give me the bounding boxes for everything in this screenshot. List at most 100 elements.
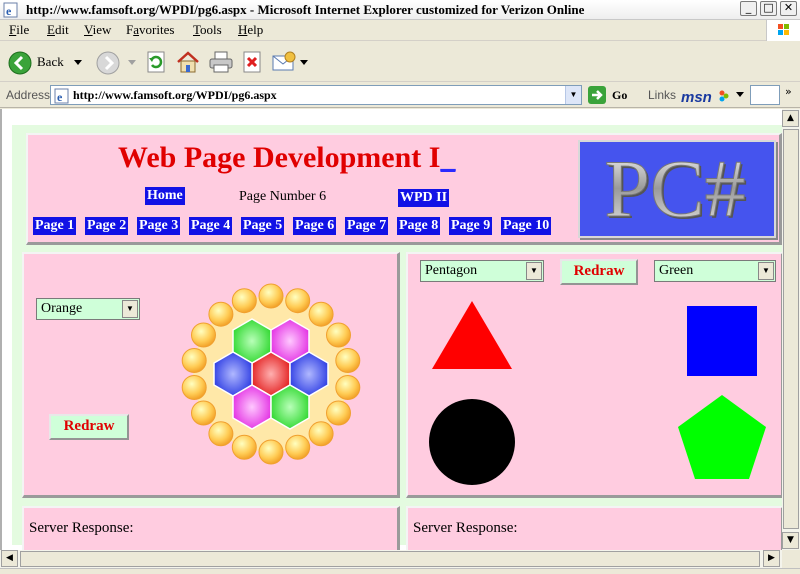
orange-bead: [258, 439, 284, 465]
nav-page-4[interactable]: Page 4: [189, 217, 233, 235]
shape-select-value: Pentagon: [425, 263, 478, 278]
title-cursor: _: [440, 141, 456, 174]
scroll-left-icon[interactable]: ◀: [1, 550, 18, 567]
page-icon: e: [54, 88, 69, 104]
menu-favorites-rest: vorites: [139, 22, 175, 37]
page-number: Page Number 6: [239, 189, 327, 204]
print-icon[interactable]: [208, 51, 234, 73]
menu-tools-accel: T: [193, 22, 201, 37]
back-icon[interactable]: [8, 51, 32, 75]
refresh-icon[interactable]: [146, 51, 168, 73]
menu-tools-rest: ools: [200, 22, 222, 37]
links-label[interactable]: Links: [648, 88, 676, 102]
forward-dropdown-icon[interactable]: [128, 60, 136, 66]
window-titlebar[interactable]: e http://www.famsoft.org/WPDI/pg6.aspx -…: [0, 0, 800, 20]
svg-text:e: e: [6, 4, 12, 18]
nav-page-2[interactable]: Page 2: [85, 217, 129, 235]
chevron-down-icon[interactable]: ▼: [526, 262, 542, 280]
menu-favorites[interactable]: Favorites: [126, 22, 174, 38]
menu-help-accel: H: [238, 22, 248, 37]
chevron-down-icon[interactable]: ▼: [122, 300, 138, 318]
address-dropdown-icon[interactable]: ▼: [565, 86, 581, 104]
left-color-select[interactable]: Orange ▼: [36, 298, 140, 320]
svg-text:e: e: [57, 90, 63, 104]
home-icon[interactable]: [176, 50, 200, 74]
menu-tools[interactable]: Tools: [193, 22, 222, 38]
svg-text:msn: msn: [681, 89, 712, 105]
menu-file-rest: ile: [16, 22, 30, 37]
msn-logo-icon[interactable]: msn: [680, 87, 730, 105]
menu-edit[interactable]: Edit: [47, 22, 69, 38]
vertical-scrollbar[interactable]: ▲ ▼: [782, 109, 800, 550]
nav-page-9[interactable]: Page 9: [449, 217, 493, 235]
stop-icon[interactable]: [242, 51, 264, 73]
menu-view-accel: V: [84, 22, 93, 37]
close-icon[interactable]: ✕: [780, 1, 797, 16]
pc-sharp-logo-graphic: PC# PC#: [604, 143, 748, 237]
address-url: http://www.famsoft.org/WPDI/pg6.aspx: [73, 88, 277, 102]
address-bar: Address e http://www.famsoft.org/WPDI/pg…: [0, 83, 800, 108]
page-viewport: Web Page Development I_ Home Page Number…: [0, 109, 782, 550]
msn-dropdown-icon[interactable]: [736, 92, 744, 98]
orange-bead: [308, 421, 334, 447]
nav-page-7[interactable]: Page 7: [345, 217, 389, 235]
right-server-response: Server Response:: [413, 520, 518, 536]
nav-page-3[interactable]: Page 3: [137, 217, 181, 235]
maximize-glyph: □: [763, 1, 774, 14]
orange-bead: [208, 421, 234, 447]
scroll-right-icon[interactable]: ▶: [763, 550, 780, 567]
site-title: Web Page Development I_: [118, 141, 455, 175]
vertical-scroll-thumb[interactable]: [783, 129, 799, 529]
right-color-value: Green: [659, 263, 694, 278]
nav-page-10[interactable]: Page 10: [501, 217, 552, 235]
right-redraw-button[interactable]: Redraw: [560, 259, 638, 285]
orange-bead: [326, 322, 351, 348]
status-bar: [0, 568, 800, 574]
address-input[interactable]: e http://www.famsoft.org/WPDI/pg6.aspx ▼: [50, 85, 582, 105]
horizontal-scroll-thumb[interactable]: [20, 551, 760, 567]
chevron-right-icon[interactable]: »: [785, 85, 792, 98]
forward-icon[interactable]: [96, 51, 120, 75]
shapes-drawing: [429, 301, 766, 485]
menu-view-rest: iew: [92, 22, 112, 37]
nav-page-8[interactable]: Page 8: [397, 217, 441, 235]
menu-file[interactable]: File: [9, 22, 29, 38]
minimize-icon[interactable]: _: [740, 1, 757, 16]
nav-page-5[interactable]: Page 5: [241, 217, 285, 235]
left-redraw-button[interactable]: Redraw: [49, 414, 129, 440]
chevron-down-icon[interactable]: ▼: [758, 262, 774, 280]
scroll-corner: [782, 550, 800, 568]
menu-edit-rest: dit: [54, 22, 69, 37]
maximize-icon[interactable]: □: [760, 1, 777, 16]
msn-search-input[interactable]: [750, 85, 780, 105]
go-button[interactable]: Go: [588, 86, 632, 104]
ie-icon: e: [3, 2, 18, 18]
orange-bead: [285, 288, 311, 314]
go-label: Go: [612, 88, 628, 102]
window-title: http://www.famsoft.org/WPDI/pg6.aspx - M…: [26, 2, 585, 17]
orange-bead: [335, 348, 361, 373]
go-arrow-icon: [588, 86, 606, 104]
shape-select[interactable]: Pentagon ▼: [420, 260, 544, 282]
back-label[interactable]: Back: [37, 54, 64, 70]
horizontal-scrollbar[interactable]: ◀ ▶: [0, 550, 782, 568]
nav-wpd-ii[interactable]: WPD II: [398, 189, 450, 207]
mail-dropdown-icon[interactable]: [300, 60, 308, 66]
menu-help[interactable]: Help: [238, 22, 263, 38]
menu-bar: File Edit View Favorites Tools Help: [0, 20, 800, 41]
right-color-select[interactable]: Green ▼: [654, 260, 776, 282]
mail-icon[interactable]: [272, 51, 298, 73]
orange-bead: [231, 288, 257, 314]
menu-view[interactable]: View: [84, 22, 111, 38]
scroll-down-icon[interactable]: ▼: [782, 532, 799, 549]
nav-page-6[interactable]: Page 6: [293, 217, 337, 235]
nav-page-1[interactable]: Page 1: [33, 217, 77, 235]
orange-bead: [335, 375, 361, 400]
nav-home[interactable]: Home: [145, 187, 185, 205]
address-label: Address: [6, 88, 51, 102]
orange-bead: [308, 301, 334, 327]
minimize-glyph: _: [745, 1, 752, 14]
toolbar: Back: [0, 42, 800, 82]
back-dropdown-icon[interactable]: [74, 60, 82, 66]
scroll-up-icon[interactable]: ▲: [782, 110, 799, 127]
